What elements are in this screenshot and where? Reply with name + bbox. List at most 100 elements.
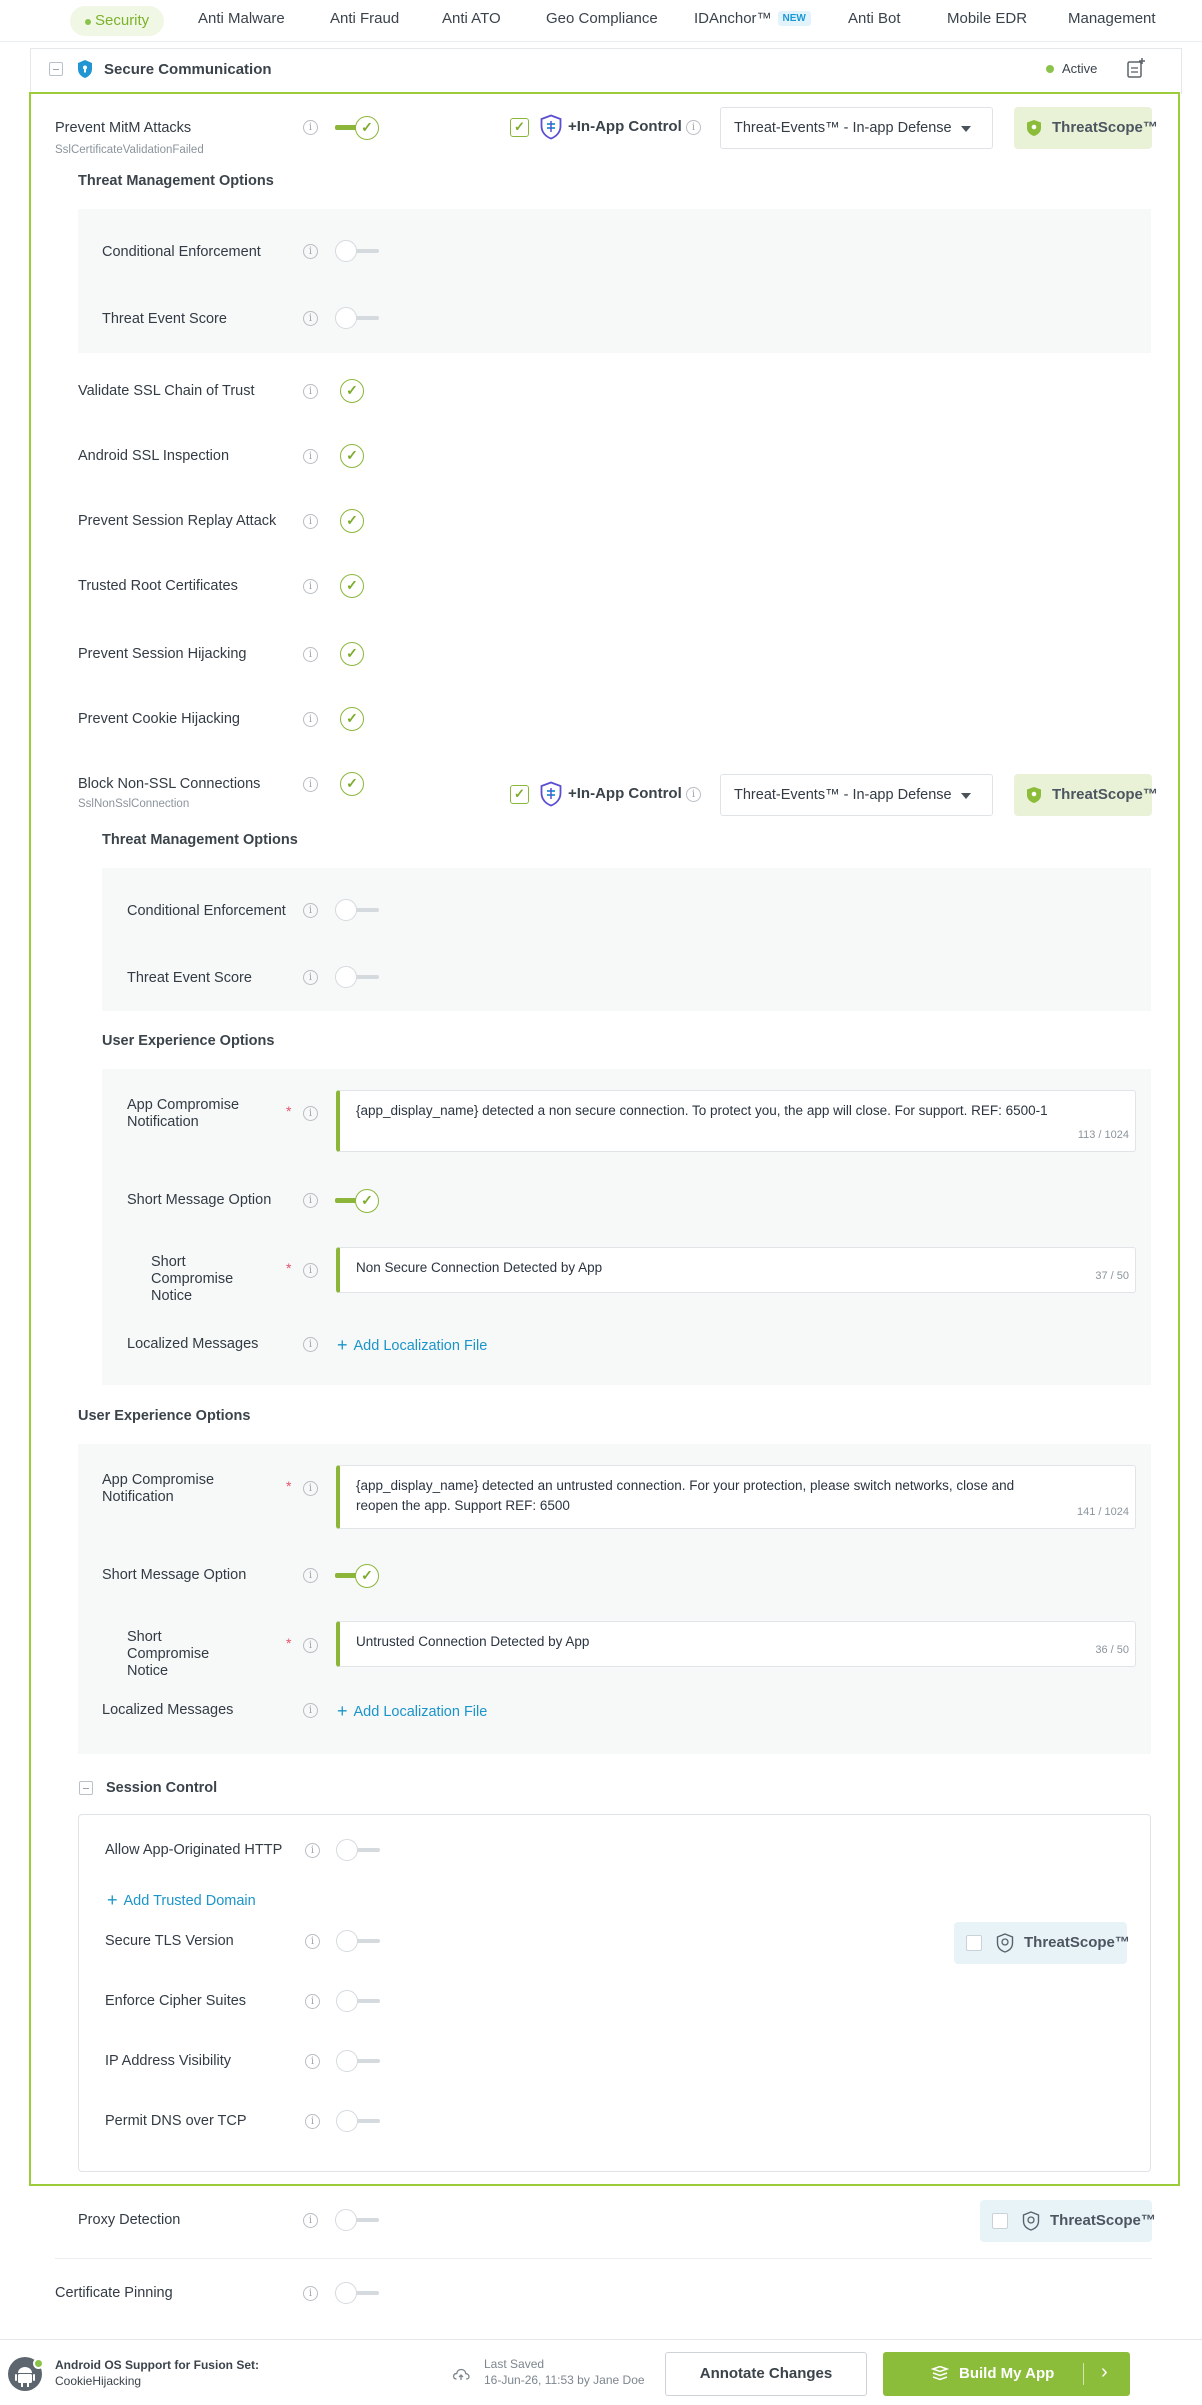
- os-support-line1: Android OS Support for Fusion Set:: [55, 2358, 259, 2372]
- info-icon[interactable]: i: [305, 1843, 320, 1858]
- tls-toggle[interactable]: [336, 1930, 382, 1952]
- notif-text: {app_display_name} detected a non secure…: [356, 1103, 1048, 1118]
- info-icon[interactable]: i: [303, 1337, 318, 1352]
- info-icon[interactable]: i: [303, 970, 318, 985]
- proxy-toggle[interactable]: [335, 2209, 381, 2231]
- short-text: Non Secure Connection Detected by App: [356, 1260, 603, 1275]
- info-icon[interactable]: i: [303, 1193, 318, 1208]
- trusted-root-check[interactable]: ✓: [340, 574, 364, 598]
- info-icon[interactable]: i: [686, 787, 701, 802]
- mitm-short-option-toggle[interactable]: ✓: [335, 1564, 381, 1588]
- tab-anti-malware[interactable]: Anti Malware: [198, 10, 285, 27]
- collapse-session-icon[interactable]: [79, 1781, 93, 1795]
- nonssl-short-option-toggle[interactable]: ✓: [335, 1189, 381, 1213]
- info-icon[interactable]: i: [303, 903, 318, 918]
- mitm-conditional-toggle[interactable]: [335, 240, 381, 262]
- info-icon[interactable]: i: [303, 1638, 318, 1653]
- mitm-inapp-checkbox[interactable]: ✓: [510, 118, 529, 137]
- status-label: Active: [1062, 61, 1098, 76]
- tab-label: Security: [95, 12, 150, 29]
- threatscope-shield-icon: [1027, 120, 1041, 136]
- nonssl-short-field[interactable]: Non Secure Connection Detected by App 37 …: [336, 1247, 1136, 1293]
- collapse-section-icon[interactable]: [49, 62, 63, 76]
- threatscope-checkbox[interactable]: [992, 2213, 1008, 2229]
- nonssl-notif-field[interactable]: {app_display_name} detected a non secure…: [336, 1090, 1136, 1152]
- mitm-toggle[interactable]: ✓: [335, 116, 381, 140]
- mitm-short-field[interactable]: Untrusted Connection Detected by App 36 /…: [336, 1621, 1136, 1667]
- info-icon[interactable]: i: [305, 1934, 320, 1949]
- info-icon[interactable]: i: [303, 777, 318, 792]
- build-app-button[interactable]: Build My App ›: [883, 2352, 1130, 2396]
- info-icon[interactable]: i: [305, 1994, 320, 2009]
- tab-anti-fraud[interactable]: Anti Fraud: [330, 10, 399, 27]
- info-icon[interactable]: i: [303, 712, 318, 727]
- info-icon[interactable]: i: [303, 647, 318, 662]
- tab-security[interactable]: Security: [70, 6, 164, 36]
- nonssl-add-localization-link[interactable]: + Add Localization File: [337, 1335, 487, 1356]
- tls-threatscope-button[interactable]: ThreatScope™: [954, 1922, 1130, 1964]
- info-icon[interactable]: i: [303, 1263, 318, 1278]
- cipher-toggle[interactable]: [336, 1990, 382, 2012]
- info-icon[interactable]: i: [303, 1568, 318, 1583]
- nonssl-tmo-heading: Threat Management Options: [102, 832, 298, 848]
- cookie-hijacking-check[interactable]: ✓: [340, 707, 364, 731]
- nonssl-threat-events-dropdown[interactable]: Threat-Events™ - In-app Defense: [720, 774, 993, 816]
- info-icon[interactable]: i: [686, 120, 701, 135]
- ssl-chain-check[interactable]: ✓: [340, 379, 364, 403]
- info-icon[interactable]: i: [303, 120, 318, 135]
- tab-anti-ato[interactable]: Anti ATO: [442, 10, 501, 27]
- char-count: 141 / 1024: [1077, 1506, 1129, 1518]
- info-icon[interactable]: i: [303, 579, 318, 594]
- nonssl-event-name: SslNonSslConnection: [78, 798, 190, 810]
- info-icon[interactable]: i: [305, 2114, 320, 2129]
- info-icon[interactable]: i: [303, 2286, 318, 2301]
- mitm-notif-field[interactable]: {app_display_name} detected an untrusted…: [336, 1465, 1136, 1529]
- info-icon[interactable]: i: [303, 514, 318, 529]
- check-label-session-replay: Prevent Session Replay Attack: [78, 513, 277, 529]
- annotate-changes-button[interactable]: Annotate Changes: [665, 2352, 867, 2396]
- session-hijacking-check[interactable]: ✓: [340, 642, 364, 666]
- caret-down-icon: [961, 793, 971, 799]
- nonssl-short-option-label: Short Message Option: [127, 1192, 272, 1208]
- tab-anti-bot[interactable]: Anti Bot: [848, 10, 901, 27]
- tab-mobile-edr[interactable]: Mobile EDR: [947, 10, 1027, 27]
- nonssl-inapp-checkbox[interactable]: ✓: [510, 785, 529, 804]
- info-icon[interactable]: i: [303, 1481, 318, 1496]
- nonssl-check[interactable]: ✓: [340, 772, 364, 796]
- tab-idanchor[interactable]: IDAnchor™ NEW: [694, 10, 811, 27]
- add-note-icon[interactable]: [1126, 57, 1146, 79]
- check-label-trusted-root: Trusted Root Certificates: [78, 578, 238, 594]
- dns-tcp-toggle[interactable]: [336, 2110, 382, 2132]
- info-icon[interactable]: i: [303, 244, 318, 259]
- session-replay-check[interactable]: ✓: [340, 509, 364, 533]
- ssl-inspection-check[interactable]: ✓: [340, 444, 364, 468]
- tab-management[interactable]: Management: [1068, 10, 1156, 27]
- ip-visibility-toggle[interactable]: [336, 2050, 382, 2072]
- mitm-add-localization-link[interactable]: + Add Localization File: [337, 1701, 487, 1722]
- security-shield-icon: [78, 60, 92, 78]
- threatscope-checkbox[interactable]: [966, 1935, 982, 1951]
- nonssl-threatscope-button[interactable]: ThreatScope™: [1014, 774, 1158, 816]
- nonssl-short-label: Short Compromise Notice: [151, 1254, 234, 1304]
- mitm-threatscope-button[interactable]: ThreatScope™: [1014, 107, 1158, 149]
- threatscope-label: ThreatScope™: [1052, 119, 1158, 136]
- nonssl-score-toggle[interactable]: [335, 966, 381, 988]
- proxy-threatscope-button[interactable]: ThreatScope™: [980, 2200, 1156, 2242]
- threatscope-label: ThreatScope™: [1024, 1934, 1130, 1951]
- mitm-score-toggle[interactable]: [335, 307, 381, 329]
- info-icon[interactable]: i: [303, 384, 318, 399]
- info-icon[interactable]: i: [303, 449, 318, 464]
- char-count: 36 / 50: [1095, 1644, 1129, 1656]
- info-icon[interactable]: i: [303, 1703, 318, 1718]
- chevron-right-icon[interactable]: ›: [1101, 2361, 1108, 2384]
- add-trusted-domain-link[interactable]: + Add Trusted Domain: [107, 1890, 256, 1911]
- info-icon[interactable]: i: [303, 311, 318, 326]
- info-icon[interactable]: i: [305, 2054, 320, 2069]
- info-icon[interactable]: i: [303, 2213, 318, 2228]
- tab-geo-compliance[interactable]: Geo Compliance: [546, 10, 658, 27]
- pinning-toggle[interactable]: [335, 2282, 381, 2304]
- info-icon[interactable]: i: [303, 1106, 318, 1121]
- nonssl-conditional-toggle[interactable]: [335, 899, 381, 921]
- allow-http-toggle[interactable]: [336, 1839, 382, 1861]
- mitm-threat-events-dropdown[interactable]: Threat-Events™ - In-app Defense: [720, 107, 993, 149]
